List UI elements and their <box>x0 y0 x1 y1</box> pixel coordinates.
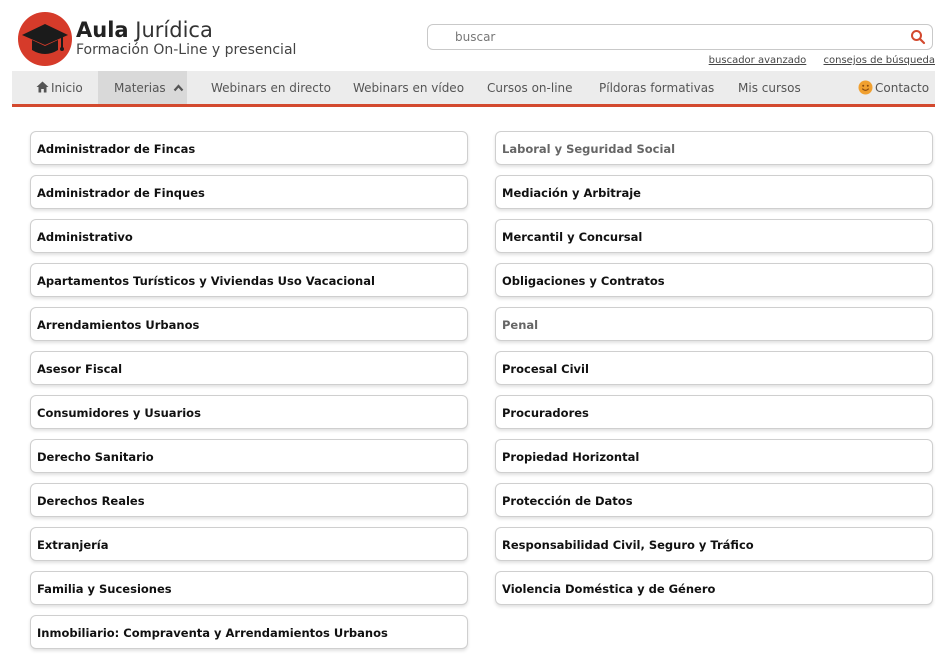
brand-name[interactable]: Aula Jurídica <box>76 18 213 42</box>
materia-label: Familia y Sucesiones <box>37 582 172 596</box>
materia-propiedad-horizontal[interactable]: Propiedad Horizontal <box>495 439 933 473</box>
materia-label: Inmobiliario: Compraventa y Arrendamient… <box>37 626 388 640</box>
materia-violencia-domestica[interactable]: Violencia Doméstica y de Género <box>495 571 933 605</box>
materia-label: Procesal Civil <box>502 362 589 376</box>
materia-label: Penal <box>502 318 539 332</box>
materia-responsabilidad-civil[interactable]: Responsabilidad Civil, Seguro y Tráfico <box>495 527 933 561</box>
nav-materias[interactable]: Materias <box>98 71 187 104</box>
materia-consumidores-usuarios[interactable]: Consumidores y Usuarios <box>30 395 468 429</box>
nav-inicio-label: Inicio <box>51 81 83 95</box>
nav-mis-cursos[interactable]: Mis cursos <box>738 71 801 104</box>
materia-label: Asesor Fiscal <box>37 362 123 376</box>
advanced-search-link[interactable]: buscador avanzado <box>709 55 807 66</box>
chevron-up-icon <box>173 84 183 92</box>
search-links: buscador avanzado consejos de búsqueda <box>695 55 935 66</box>
materia-label: Mercantil y Concursal <box>502 230 643 244</box>
nav-webinars-directo[interactable]: Webinars en directo <box>211 71 331 104</box>
materia-procuradores[interactable]: Procuradores <box>495 395 933 429</box>
materia-obligaciones[interactable]: Obligaciones y Contratos <box>495 263 933 297</box>
materia-label: Administrador de Finques <box>37 186 205 200</box>
materia-label: Derechos Reales <box>37 494 145 508</box>
materia-apartamentos-turisticos[interactable]: Apartamentos Turísticos y Viviendas Uso … <box>30 263 468 297</box>
nav-cursos-online[interactable]: Cursos on-line <box>487 71 573 104</box>
materia-derechos-reales[interactable]: Derechos Reales <box>30 483 468 517</box>
home-icon <box>36 81 49 93</box>
materia-label: Mediación y Arbitraje <box>502 186 641 200</box>
materia-laboral[interactable]: Laboral y Seguridad Social <box>495 131 933 165</box>
materia-label: Administrativo <box>37 230 133 244</box>
materia-administrador-finques[interactable]: Administrador de Finques <box>30 175 468 209</box>
materia-derecho-sanitario[interactable]: Derecho Sanitario <box>30 439 468 473</box>
site-header: Aula Jurídica Formación On-Line y presen… <box>0 0 947 70</box>
logo[interactable] <box>18 12 78 72</box>
search-input[interactable] <box>428 25 898 49</box>
nav-contacto[interactable]: Contacto <box>858 71 929 104</box>
search-tips-link[interactable]: consejos de búsqueda <box>824 55 936 66</box>
materia-label: Protección de Datos <box>502 494 633 508</box>
materia-label: Extranjería <box>37 538 109 552</box>
materia-label: Administrador de Fincas <box>37 142 196 156</box>
brand-name-bold: Aula <box>76 18 129 42</box>
brand-name-rest: Jurídica <box>135 18 213 42</box>
materia-extranjeria[interactable]: Extranjería <box>30 527 468 561</box>
nav-pildoras[interactable]: Píldoras formativas <box>599 71 714 104</box>
materia-label: Procuradores <box>502 406 589 420</box>
materia-procesal-civil[interactable]: Procesal Civil <box>495 351 933 385</box>
materia-arrendamientos-urbanos[interactable]: Arrendamientos Urbanos <box>30 307 468 341</box>
materia-label: Arrendamientos Urbanos <box>37 318 200 332</box>
main-nav: Inicio Materias Webinars en directo Webi… <box>12 71 935 107</box>
materia-mediacion[interactable]: Mediación y Arbitraje <box>495 175 933 209</box>
materia-proteccion-datos[interactable]: Protección de Datos <box>495 483 933 517</box>
materia-penal[interactable]: Penal <box>495 307 933 341</box>
search-icon[interactable] <box>910 29 926 45</box>
materia-label: Propiedad Horizontal <box>502 450 640 464</box>
materia-label: Violencia Doméstica y de Género <box>502 582 716 596</box>
materia-administrativo[interactable]: Administrativo <box>30 219 468 253</box>
nav-inicio[interactable]: Inicio <box>36 71 83 104</box>
brand-subtitle: Formación On-Line y presencial <box>76 42 297 58</box>
nav-webinars-video[interactable]: Webinars en vídeo <box>353 71 464 104</box>
materia-label: Derecho Sanitario <box>37 450 154 464</box>
materia-mercantil[interactable]: Mercantil y Concursal <box>495 219 933 253</box>
materia-label: Apartamentos Turísticos y Viviendas Uso … <box>37 274 375 288</box>
materia-label: Obligaciones y Contratos <box>502 274 665 288</box>
smiley-icon <box>858 80 873 95</box>
materia-label: Consumidores y Usuarios <box>37 406 201 420</box>
nav-materias-label: Materias <box>114 81 166 95</box>
materia-label: Laboral y Seguridad Social <box>502 142 676 156</box>
nav-contacto-label: Contacto <box>875 81 930 95</box>
materia-asesor-fiscal[interactable]: Asesor Fiscal <box>30 351 468 385</box>
materia-familia-sucesiones[interactable]: Familia y Sucesiones <box>30 571 468 605</box>
graduation-cap-icon <box>22 24 68 54</box>
materia-inmobiliario[interactable]: Inmobiliario: Compraventa y Arrendamient… <box>30 615 468 649</box>
materia-administrador-fincas[interactable]: Administrador de Fincas <box>30 131 468 165</box>
materia-label: Responsabilidad Civil, Seguro y Tráfico <box>502 538 754 552</box>
search-box <box>427 24 933 50</box>
